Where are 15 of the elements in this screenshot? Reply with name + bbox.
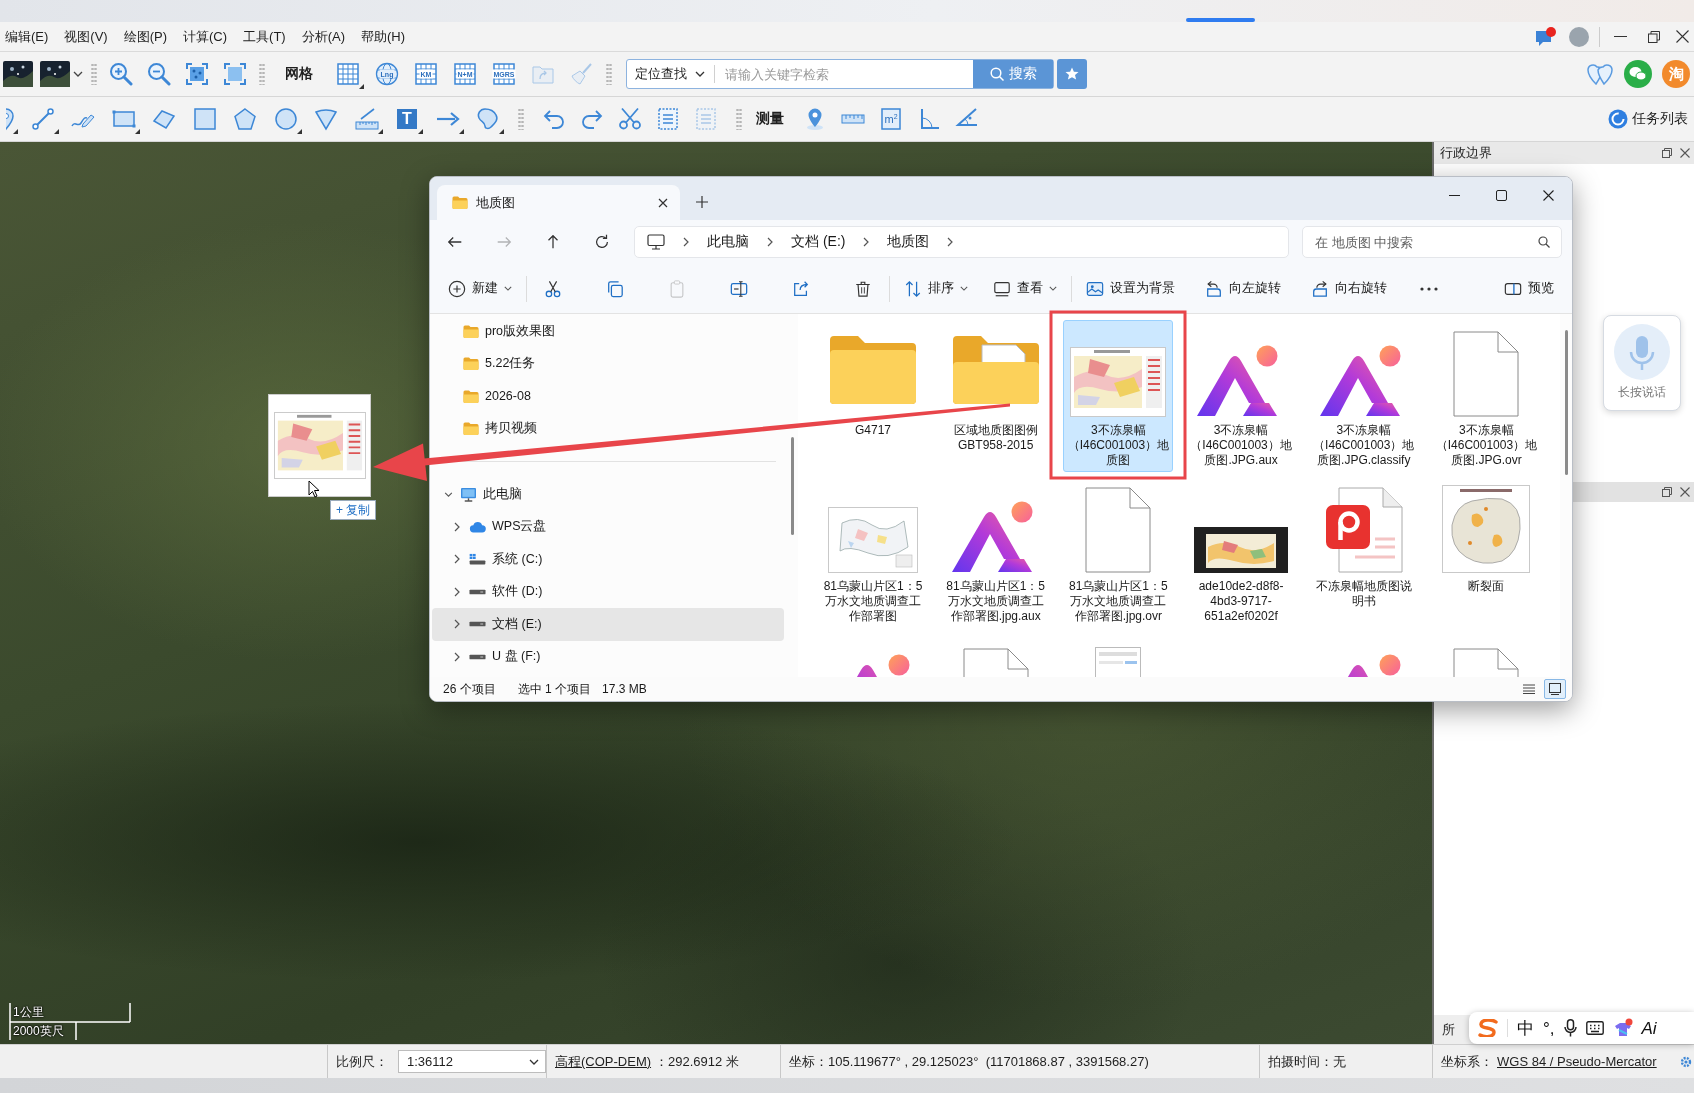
elevation-value: ：292.6912 米 — [655, 1052, 739, 1071]
toolbar-label: 网格 — [284, 65, 314, 83]
footer-label: 所 — [1442, 1020, 1455, 1039]
copy-badge: + 复制 — [330, 500, 377, 520]
selection-size: 17.3 MB — [602, 682, 647, 696]
scale-label: 2000英尺 — [13, 1025, 64, 1037]
scale-label: 比例尺： — [336, 1052, 388, 1071]
capture-time-text: 拍摄时间：无 — [1268, 1052, 1346, 1071]
scale-label: 1公里 — [13, 1006, 44, 1018]
panel-title: 行政边界 — [1440, 144, 1492, 162]
crs-label: 坐标系： — [1441, 1052, 1493, 1071]
coordinates-text: 坐标：105.119677° , 29.125023° (11701868.87 , 3391568.27) — [789, 1052, 1149, 1071]
selection-count: 选中 1 个项目 — [517, 680, 592, 698]
item-count: 26 个项目 — [443, 680, 496, 698]
toolbar-label: 测量 — [756, 110, 784, 128]
